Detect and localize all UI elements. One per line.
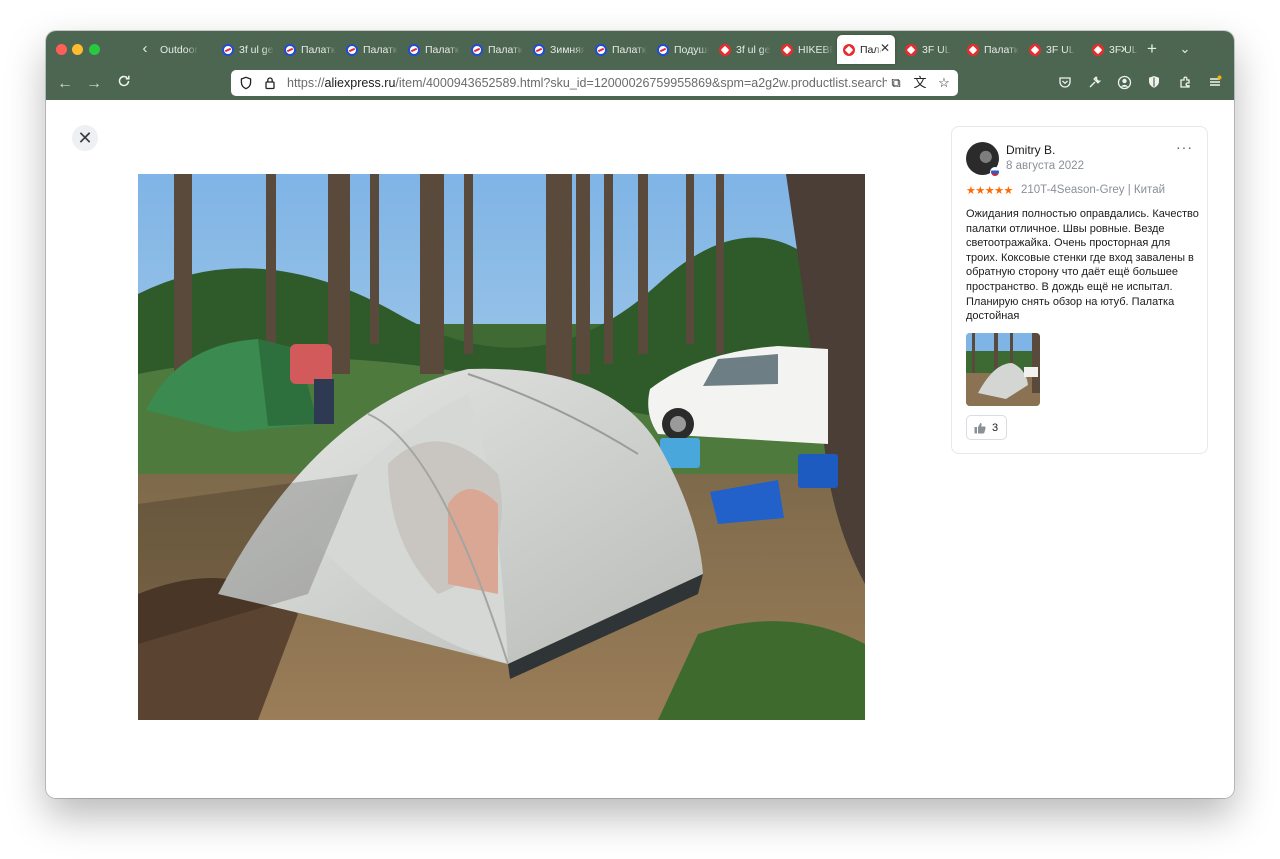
bookmark-star-icon[interactable]: ☆ (936, 74, 952, 91)
review-card: Dmitry B. 8 августа 2022 ··· ★★★★★ 210T-… (951, 126, 1208, 454)
tab-title: Палатка (860, 43, 882, 56)
tab-title: Палатка (425, 43, 460, 56)
tab[interactable]: 3f ul gear (216, 36, 274, 63)
tab[interactable]: Палатка (465, 36, 523, 63)
review-photo (138, 174, 865, 720)
tab-strip: ‹ Outdoor3f ul gearПалаткаПалаткаПалатка… (46, 31, 1234, 68)
tab[interactable]: HIKEBR (775, 36, 833, 63)
ozon-favicon-icon (595, 43, 607, 56)
ozon-favicon-icon (471, 43, 483, 56)
russia-flag-icon (990, 167, 1000, 177)
ozon-favicon-icon (284, 43, 296, 56)
extensions-icon[interactable] (1176, 75, 1194, 93)
review-photo-thumbnail[interactable] (966, 333, 1040, 406)
back-button[interactable]: ← (55, 74, 75, 94)
zoom-window-button[interactable] (89, 44, 100, 55)
more-options-button[interactable]: ··· (1176, 139, 1193, 155)
tab[interactable]: Зимняя (527, 36, 585, 63)
translate-icon[interactable]: 文 (912, 74, 928, 91)
tab-title: 3F UL (1046, 43, 1075, 56)
tab[interactable]: Палатка (961, 36, 1019, 63)
tab-title: Зимняя (550, 43, 585, 56)
rating-stars: ★★★★★ (966, 185, 1013, 197)
tab-title: Палатка (301, 43, 336, 56)
shield-icon[interactable] (239, 76, 253, 90)
reload-icon (118, 75, 130, 87)
navigation-bar: ← → https://aliexpress.ru/item/400094365… (46, 68, 1234, 100)
reload-button[interactable] (114, 74, 134, 94)
pocket-icon[interactable] (1056, 75, 1074, 93)
account-icon[interactable] (1115, 75, 1133, 93)
close-viewer-button[interactable]: ✕ (72, 125, 98, 151)
wrench-icon[interactable] (1086, 75, 1104, 93)
tab[interactable]: Палатка (278, 36, 336, 63)
thumbs-up-icon (974, 422, 986, 433)
ublock-shield-icon[interactable] (1145, 75, 1163, 93)
aliexpress-favicon-icon (967, 43, 979, 56)
reviewer-name: Dmitry B. (1006, 143, 1056, 157)
tab-list-dropdown-icon[interactable]: ⌄ (1175, 39, 1195, 59)
review-text: Ожидания полностью оправдались. Качество… (966, 208, 1199, 323)
tab-title: 3F UL (922, 43, 951, 56)
tab-title: 3f ul gear (736, 43, 771, 56)
url-text[interactable]: https://aliexpress.ru/item/4000943652589… (287, 76, 887, 90)
aliexpress-favicon-icon (843, 43, 855, 56)
aliexpress-favicon-icon (781, 43, 793, 56)
ozon-favicon-icon (346, 43, 358, 56)
page-content: ✕ Dmitry B. 8 августа 2022 ··· ★★★★★ 210… (46, 100, 1234, 798)
tent-photo-image (138, 174, 865, 720)
close-tab-icon[interactable]: ✕ (880, 41, 890, 55)
browser-window: ‹ Outdoor3f ul gearПалаткаПалаткаПалатка… (46, 31, 1234, 798)
tab-title: Палатка (612, 43, 647, 56)
tent-thumbnail-image (966, 333, 1040, 406)
picture-in-picture-icon[interactable]: ⧉ (888, 74, 904, 91)
like-count: 3 (992, 421, 999, 434)
aliexpress-favicon-icon (1029, 43, 1041, 56)
scroll-tabs-right-icon[interactable]: › (1116, 40, 1130, 58)
tab-title: Outdoor (160, 43, 198, 56)
tab-title: HIKEBR (798, 43, 833, 56)
tab[interactable]: Палатка (589, 36, 647, 63)
aliexpress-favicon-icon (1092, 43, 1104, 56)
ozon-favicon-icon (533, 43, 545, 56)
minimize-window-button[interactable] (72, 44, 83, 55)
close-window-button[interactable] (56, 44, 67, 55)
sku-info: 210T-4Season-Grey | Китай (1021, 184, 1166, 196)
ozon-favicon-icon (222, 43, 234, 56)
tab[interactable]: 3F UL (899, 36, 957, 63)
tab[interactable]: Палатка (402, 36, 460, 63)
review-date: 8 августа 2022 (1006, 160, 1084, 172)
aliexpress-favicon-icon (719, 43, 731, 56)
url-bar[interactable]: https://aliexpress.ru/item/4000943652589… (231, 70, 958, 96)
tab-title: Подушка (674, 43, 709, 56)
scroll-tabs-left-icon[interactable]: ‹ (138, 40, 152, 58)
tab[interactable]: 3F UL (1086, 36, 1144, 63)
lock-icon[interactable] (263, 76, 277, 90)
tab-title: Палатка (984, 43, 1019, 56)
tab-title: 3f ul gear (239, 43, 274, 56)
tab-active[interactable]: Палатка✕ (837, 35, 895, 64)
tab[interactable]: Подушка (651, 36, 709, 63)
aliexpress-favicon-icon (905, 43, 917, 56)
ozon-favicon-icon (408, 43, 420, 56)
forward-button[interactable]: → (84, 74, 104, 94)
tab-title: Палатка (363, 43, 398, 56)
like-button[interactable]: 3 (966, 415, 1007, 440)
tab[interactable]: 3F UL (1023, 36, 1081, 63)
tab[interactable]: Outdoor (154, 36, 212, 63)
tab-title: Палатка (488, 43, 523, 56)
tab[interactable]: Палатка (340, 36, 398, 63)
menu-icon[interactable] (1206, 75, 1224, 93)
new-tab-button[interactable]: + (1142, 39, 1162, 59)
tab[interactable]: 3f ul gear (713, 36, 771, 63)
ozon-favicon-icon (657, 43, 669, 56)
